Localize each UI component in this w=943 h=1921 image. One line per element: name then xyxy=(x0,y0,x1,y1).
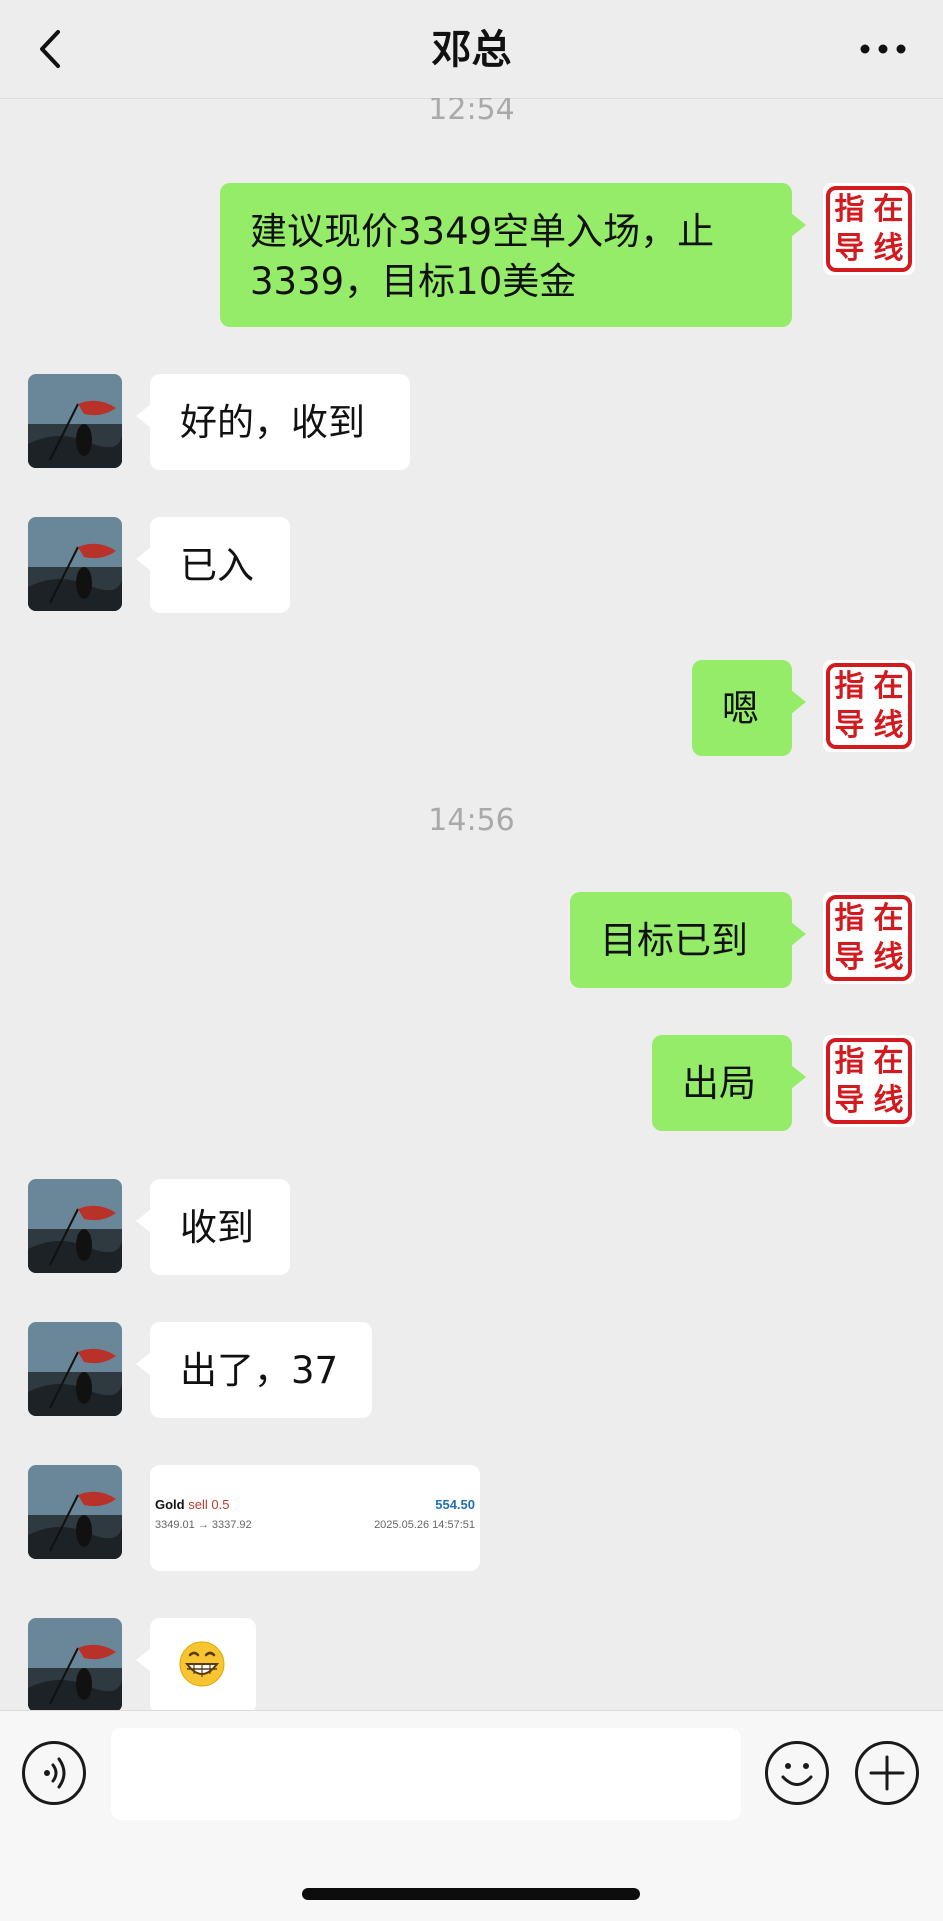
nav-bar: 邓总 xyxy=(0,0,943,99)
message-bubble-me[interactable]: 建议现价3349空单入场，止3339，目标10美金 xyxy=(220,183,806,327)
grin-emoji-icon xyxy=(179,1641,225,1687)
timestamp: 12:54 xyxy=(428,98,515,127)
seal-logo: 指在导线 xyxy=(826,1038,912,1124)
contact-avatar[interactable] xyxy=(28,374,122,468)
timestamp: 14:56 xyxy=(428,803,515,838)
trade-prices: 3349.01 → 3337.92 xyxy=(155,1519,252,1531)
voice-icon[interactable] xyxy=(22,1741,86,1805)
emoji-message[interactable] xyxy=(136,1618,256,1710)
self-avatar[interactable]: 指在导线 xyxy=(823,183,915,275)
trade-title: Gold sell 0.5 xyxy=(155,1497,230,1512)
seal-logo: 指在导线 xyxy=(826,186,912,272)
message-bubble-them[interactable]: 已入 xyxy=(136,517,290,613)
self-avatar[interactable]: 指在导线 xyxy=(823,892,915,984)
trade-screenshot-card[interactable]: Gold sell 0.5 554.50 3349.01 → 3337.92 2… xyxy=(150,1465,480,1571)
more-dots-icon[interactable] xyxy=(853,24,913,74)
contact-avatar[interactable] xyxy=(28,517,122,611)
seal-logo: 指在导线 xyxy=(826,895,912,981)
message-bubble-me[interactable]: 出局 xyxy=(652,1035,806,1131)
self-avatar[interactable]: 指在导线 xyxy=(823,1035,915,1127)
contact-avatar[interactable] xyxy=(28,1179,122,1273)
emoji-icon[interactable] xyxy=(765,1741,829,1805)
home-indicator[interactable] xyxy=(302,1888,640,1900)
plus-icon[interactable] xyxy=(855,1741,919,1805)
message-bubble-them[interactable]: 出了，37 xyxy=(136,1322,372,1418)
message-bubble-me[interactable]: 目标已到 xyxy=(570,892,806,988)
message-bubble-them[interactable]: 好的，收到 xyxy=(136,374,410,470)
seal-logo: 指在导线 xyxy=(826,663,912,749)
message-list[interactable]: 12:54 建议现价3349空单入场，止3339，目标10美金 指在导线 好的，… xyxy=(0,98,943,1710)
message-bubble-me[interactable]: 嗯 xyxy=(692,660,806,756)
self-avatar[interactable]: 指在导线 xyxy=(823,660,915,752)
trade-datetime: 2025.05.26 14:57:51 xyxy=(374,1519,475,1531)
message-bubble-them[interactable]: 收到 xyxy=(136,1179,290,1275)
contact-avatar[interactable] xyxy=(28,1618,122,1710)
chat-title: 邓总 xyxy=(431,27,512,73)
message-input[interactable] xyxy=(111,1728,741,1820)
contact-avatar[interactable] xyxy=(28,1465,122,1559)
trade-profit: 554.50 xyxy=(435,1497,475,1512)
contact-avatar[interactable] xyxy=(28,1322,122,1416)
